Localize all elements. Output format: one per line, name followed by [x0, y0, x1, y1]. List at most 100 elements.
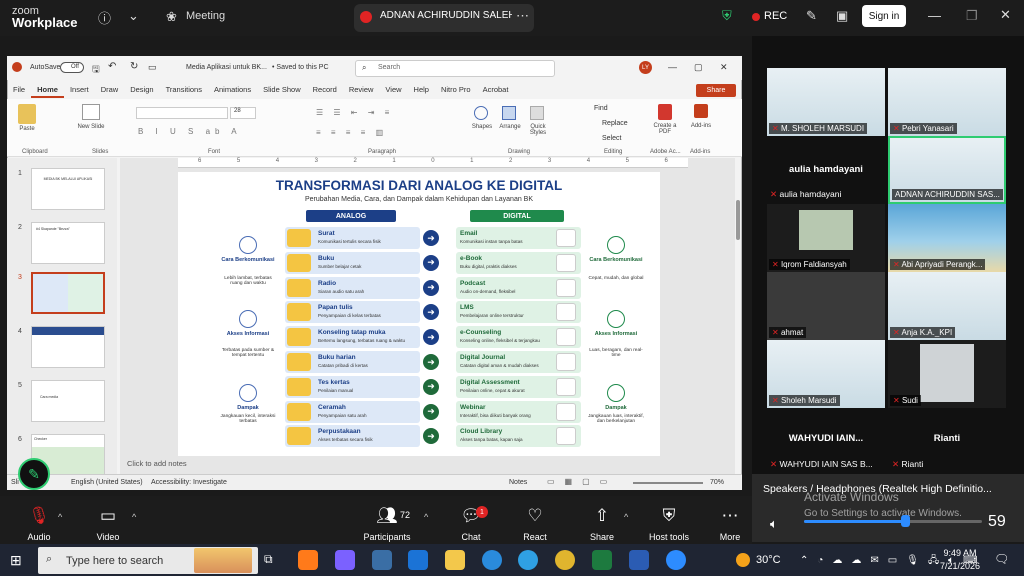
outlook-icon[interactable] — [408, 550, 428, 570]
zoom-level[interactable]: 70% — [710, 479, 724, 486]
notifications-icon[interactable]: 🗨︎ — [994, 552, 1009, 566]
menu-review[interactable]: Review — [343, 82, 380, 98]
redo-icon[interactable]: ↻ — [130, 61, 138, 72]
status-accessibility[interactable]: Accessibility: Investigate — [151, 479, 227, 486]
slide-thumbnail-2[interactable]: #4 Skapande "Bezza" — [31, 222, 105, 264]
minimize-icon[interactable]: — — [928, 8, 941, 23]
menu-home[interactable]: Home — [31, 82, 64, 98]
quick-styles-icon[interactable] — [530, 106, 544, 120]
present-icon[interactable]: ▭ — [148, 62, 157, 73]
weather-sun-icon[interactable] — [736, 553, 750, 567]
shapes-icon[interactable] — [474, 106, 488, 120]
host-tools-shield-icon[interactable]: ⛨ — [634, 506, 704, 526]
participant-tile[interactable]: ✕ Anja K.A._KPI — [888, 272, 1006, 340]
menu-design[interactable]: Design — [124, 82, 159, 98]
ppt-minimize-icon[interactable]: — — [668, 62, 677, 72]
chat-icon[interactable]: 💬︎ — [436, 506, 506, 526]
slide-thumbnail-5[interactable]: Cara media — [31, 380, 105, 422]
undo-icon[interactable]: ↶ — [108, 61, 116, 72]
file-explorer-icon[interactable] — [445, 550, 465, 570]
security-shield-icon[interactable]: ⛨ — [722, 8, 732, 24]
store-icon[interactable] — [372, 550, 392, 570]
taskbar-time[interactable]: 9:49 AM — [940, 548, 980, 558]
restore-icon[interactable]: ❐ — [966, 8, 978, 24]
ppt-close-icon[interactable]: ✕ — [720, 62, 728, 73]
status-language[interactable]: English (United States) — [71, 479, 143, 486]
ppt-share-button[interactable]: Share — [696, 84, 736, 97]
audio-muted-icon[interactable]: 🎙︎ — [4, 506, 74, 526]
weather-temperature[interactable]: 30°C — [756, 554, 781, 566]
excel-icon[interactable] — [592, 550, 612, 570]
view-layout-icon[interactable]: ▣ — [836, 8, 848, 24]
volume-slider-thumb[interactable] — [901, 515, 910, 527]
audio-button[interactable]: Audio — [4, 532, 74, 542]
share-button[interactable]: Share — [567, 532, 637, 542]
menu-nitro-pro[interactable]: Nitro Pro — [435, 82, 477, 98]
align-icons[interactable]: ≡ ≡ ≡ ≡ ▥ — [316, 128, 387, 137]
menu-draw[interactable]: Draw — [95, 82, 125, 98]
font-size-select[interactable]: 28 — [230, 107, 256, 119]
save-icon[interactable]: 🖫 — [92, 62, 100, 78]
zoom-slider[interactable] — [633, 482, 703, 484]
font-name-select[interactable] — [136, 107, 228, 119]
firefox-icon[interactable] — [298, 550, 318, 570]
video-button[interactable]: Video — [73, 532, 143, 542]
ppt-restore-icon[interactable]: ▢ — [694, 62, 703, 73]
rec-label[interactable]: REC — [764, 10, 787, 22]
menu-record[interactable]: Record — [307, 82, 343, 98]
user-avatar[interactable]: LY — [639, 61, 652, 74]
menu-transitions[interactable]: Transitions — [160, 82, 208, 98]
participants-icon[interactable]: 👥︎ — [352, 506, 422, 526]
add-ins-icon[interactable] — [694, 104, 708, 118]
participant-tile[interactable]: ✕ Abi Apriyadi Perangk... — [888, 204, 1006, 272]
participants-button[interactable]: Participants — [352, 532, 422, 542]
menu-acrobat[interactable]: Acrobat — [477, 82, 515, 98]
menu-slide-show[interactable]: Slide Show — [257, 82, 307, 98]
select-button[interactable]: Select — [602, 135, 621, 142]
react-button[interactable]: React — [500, 532, 570, 542]
speaker-icon[interactable]: 🔈︎ — [770, 516, 778, 532]
chat-button[interactable]: Chat — [436, 532, 506, 542]
chrome-icon[interactable] — [555, 550, 575, 570]
react-heart-icon[interactable]: ♡ — [500, 506, 570, 526]
participant-tile[interactable]: ✕ ahmat — [767, 272, 885, 340]
slide-thumbnail-3[interactable] — [31, 272, 105, 314]
annotate-pencil-icon[interactable]: ✎ — [18, 458, 50, 490]
close-icon[interactable]: ✕ — [1000, 7, 1011, 23]
more-icon[interactable]: ⋯ — [695, 506, 765, 526]
paragraph-icons[interactable]: ☰ ☰ ⇤ ⇥ ≡ — [316, 108, 393, 117]
meeting-label[interactable]: Meeting — [186, 10, 225, 22]
windows-start-icon[interactable]: ⊞ — [10, 552, 22, 569]
menu-insert[interactable]: Insert — [64, 82, 95, 98]
host-tools-button[interactable]: Host tools — [634, 532, 704, 542]
pencil-icon[interactable]: ✎ — [806, 8, 817, 24]
view-buttons[interactable]: ▭▦▢▭ — [547, 477, 617, 486]
menu-view[interactable]: View — [379, 82, 407, 98]
chevron-down-icon[interactable]: ⌄ — [128, 8, 139, 24]
arrange-icon[interactable] — [502, 106, 516, 120]
participant-tile[interactable]: ✕ Pebri Yanasari — [888, 68, 1006, 136]
audio-chevron-icon[interactable]: ^ — [58, 512, 62, 522]
more-button[interactable]: More — [695, 532, 765, 542]
notes-button[interactable]: Notes — [509, 479, 527, 486]
notes-placeholder[interactable]: Click to add notes — [127, 459, 187, 468]
menu-file[interactable]: File — [7, 82, 31, 98]
sign-in-button[interactable]: Sign in — [862, 5, 906, 27]
info-icon[interactable]: ⓘ — [98, 8, 111, 27]
slide-thumbnail-4[interactable] — [31, 326, 105, 368]
canvas-scrollbar[interactable] — [736, 200, 740, 240]
task-view-icon[interactable]: ⧉ — [264, 552, 273, 567]
participant-tile-active[interactable]: ADNAN ACHIRUDDIN SAS... — [888, 136, 1006, 204]
find-button[interactable]: Find — [594, 105, 608, 112]
menu-animations[interactable]: Animations — [208, 82, 257, 98]
participant-tile[interactable]: ✕ M. SHOLEH MARSUDI — [767, 68, 885, 136]
share-chevron-icon[interactable]: ^ — [624, 512, 628, 522]
word-icon[interactable] — [629, 550, 649, 570]
menu-help[interactable]: Help — [408, 82, 435, 98]
edge-alt-icon[interactable] — [518, 550, 538, 570]
paste-icon[interactable] — [18, 104, 36, 124]
zoom-app-icon[interactable] — [666, 550, 686, 570]
video-chevron-icon[interactable]: ^ — [132, 512, 136, 522]
edge-icon[interactable] — [482, 550, 502, 570]
font-format-icons[interactable]: B I U S ab A — [138, 127, 242, 136]
